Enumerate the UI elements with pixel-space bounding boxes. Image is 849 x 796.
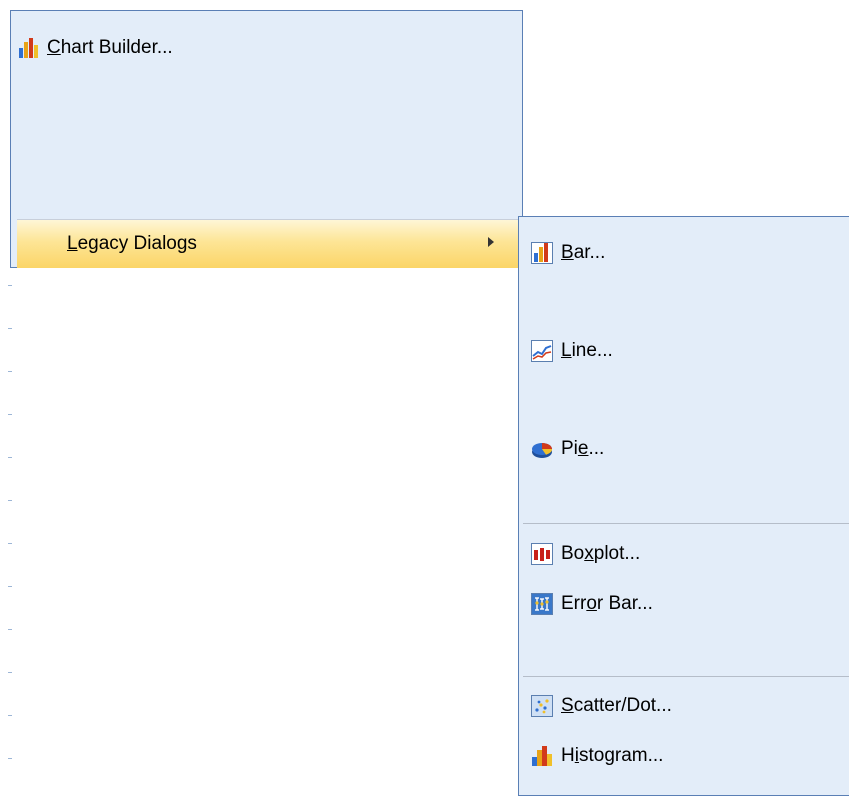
gutter-tick [8, 285, 12, 286]
submenu-arrow-icon [488, 237, 494, 247]
gutter-tick [8, 457, 12, 458]
menu-item-label: Pie... [561, 438, 605, 459]
gutter-tick [8, 586, 12, 587]
gutter-tick [8, 629, 12, 630]
menu-item-chart-builder[interactable]: Chart Builder... [18, 35, 173, 61]
submenu-item-scatter-dot[interactable]: Scatter/Dot... [531, 693, 672, 719]
gutter-tick [8, 543, 12, 544]
menu-item-label: Boxplot... [561, 543, 641, 564]
menu-item-label: Line... [561, 340, 613, 361]
boxplot-icon [531, 543, 553, 565]
menu-item-label: Scatter/Dot... [561, 695, 672, 716]
pie-chart-icon [531, 438, 553, 460]
legacy-dialogs-submenu: Bar... Line... Pie... Boxplot... Error B… [518, 216, 849, 796]
menu-item-label: Error Bar... [561, 593, 653, 614]
menu-item-label: Chart Builder... [47, 37, 173, 58]
submenu-item-boxplot[interactable]: Boxplot... [531, 541, 640, 567]
gutter-tick [8, 672, 12, 673]
menu-item-label: Legacy Dialogs [67, 233, 197, 254]
submenu-item-line[interactable]: Line... [531, 338, 613, 364]
gutter-tick [8, 371, 12, 372]
menu-item-label: Histogram... [561, 745, 664, 766]
menu-separator [523, 676, 849, 677]
menu-separator [523, 523, 849, 524]
submenu-item-error-bar[interactable]: Error Bar... [531, 591, 653, 617]
gutter-tick [8, 715, 12, 716]
graphs-menu: Chart Builder... Legacy Dialogs [10, 10, 523, 268]
bar-chart-icon [531, 242, 553, 264]
menu-item-legacy-dialogs[interactable]: Legacy Dialogs [17, 219, 522, 268]
error-bar-icon [531, 593, 553, 615]
line-chart-icon [531, 340, 553, 362]
gutter-tick [8, 758, 12, 759]
gutter-tick [8, 414, 12, 415]
submenu-item-pie[interactable]: Pie... [531, 436, 604, 462]
scatter-icon [531, 695, 553, 717]
histogram-icon [531, 745, 553, 767]
submenu-item-histogram[interactable]: Histogram... [531, 743, 663, 769]
submenu-item-bar[interactable]: Bar... [531, 240, 605, 266]
menu-item-label: Bar... [561, 242, 606, 263]
chart-builder-icon [18, 37, 40, 59]
gutter-tick [8, 500, 12, 501]
gutter-tick [8, 328, 12, 329]
